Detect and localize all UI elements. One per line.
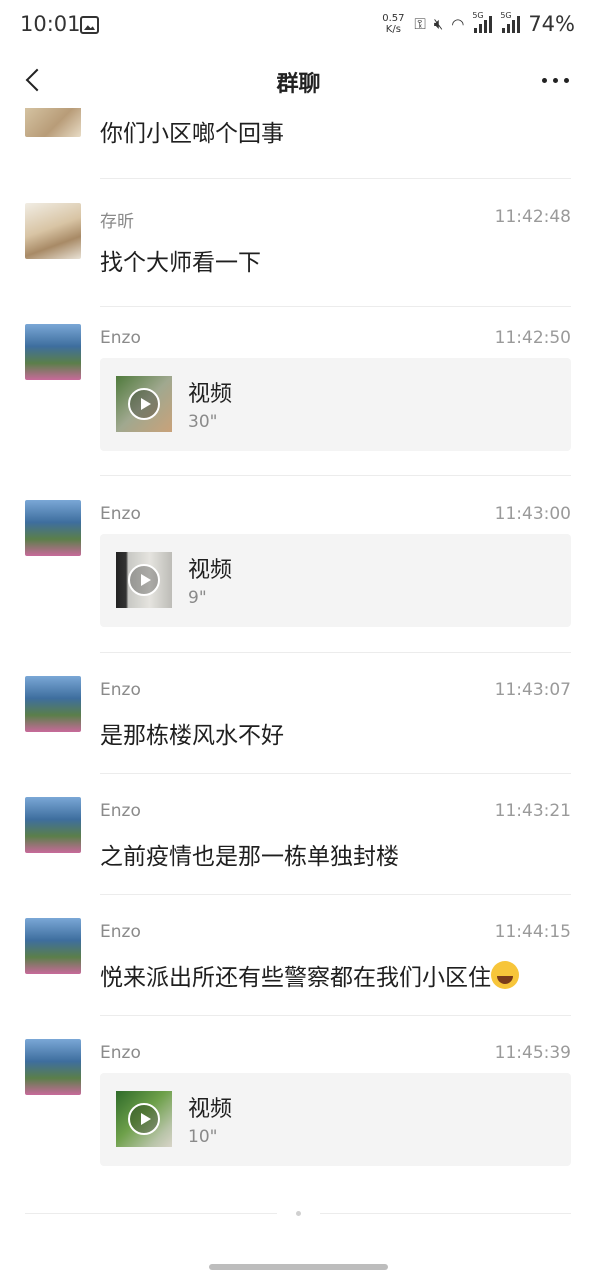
message-time: 11:43:21 [494, 801, 571, 821]
gallery-icon [80, 16, 99, 34]
video-message[interactable]: 视频 10" [100, 1073, 571, 1166]
message-time: 11:43:00 [494, 504, 571, 524]
avatar[interactable] [25, 324, 81, 380]
video-message[interactable]: 视频 30" [100, 358, 571, 451]
video-label: 视频 [188, 382, 233, 407]
end-dot [296, 1211, 301, 1216]
end-divider [320, 1213, 571, 1214]
sender-name: 存昕 [100, 212, 134, 232]
avatar[interactable] [25, 203, 81, 259]
end-divider [25, 1213, 277, 1214]
more-button[interactable] [542, 78, 569, 83]
video-thumbnail [116, 376, 172, 432]
status-icons: 0.57 K/s ⚿ 🔇︎ ◠ 5G 5G 74% [380, 11, 575, 36]
vpn-key-icon: ⚿ [414, 15, 426, 33]
page-title: 群聊 [276, 72, 321, 97]
laughing-tears-emoji-icon [491, 961, 519, 989]
message-time: 11:43:07 [494, 680, 571, 700]
signal-icon: 5G [472, 11, 493, 33]
divider [100, 306, 571, 307]
message-text: 悦来派出所还有些警察都在我们小区住 [100, 965, 491, 991]
net-speed-unit: K/s [385, 24, 401, 35]
message-text-row: 悦来派出所还有些警察都在我们小区住 [100, 958, 519, 992]
home-indicator[interactable] [209, 1264, 388, 1270]
sender-name: Enzo [100, 922, 141, 942]
status-time: 10:01 [20, 12, 81, 36]
avatar[interactable] [25, 918, 81, 974]
divider [100, 894, 571, 895]
sender-name: Enzo [100, 1043, 141, 1063]
video-duration: 10" [188, 1127, 218, 1147]
message-time: 11:42:48 [494, 207, 571, 227]
message-time: 11:42:50 [494, 328, 571, 348]
divider [100, 652, 571, 653]
divider [100, 773, 571, 774]
avatar[interactable] [25, 676, 81, 732]
play-icon [128, 1103, 160, 1135]
signal-label: 5G [500, 11, 512, 20]
sender-name: Enzo [100, 801, 141, 821]
message-text: 找个大师看一下 [100, 250, 261, 276]
status-bar: 10:01 0.57 K/s ⚿ 🔇︎ ◠ 5G 5G 74% [0, 0, 597, 52]
video-duration: 9" [188, 588, 207, 608]
video-message[interactable]: 视频 9" [100, 534, 571, 627]
net-speed: 0.57 K/s [380, 13, 406, 35]
title-bar: 群聊 [0, 52, 597, 108]
signal-icon: 5G [500, 11, 521, 33]
mute-icon: 🔇︎ [433, 15, 444, 33]
avatar[interactable] [25, 797, 81, 853]
video-label: 视频 [188, 1097, 233, 1122]
sender-name: Enzo [100, 680, 141, 700]
battery-level: 74% [528, 12, 575, 36]
play-icon [128, 564, 160, 596]
video-thumbnail [116, 552, 172, 608]
avatar[interactable] [25, 1039, 81, 1095]
message-text: 之前疫情也是那一栋单独封楼 [100, 844, 399, 870]
signal-label: 5G [472, 11, 484, 20]
net-speed-value: 0.57 [382, 13, 405, 24]
video-label: 视频 [188, 558, 233, 583]
message-time: 11:44:15 [494, 922, 571, 942]
wifi-icon: ◠ [451, 15, 465, 33]
sender-name: Enzo [100, 504, 141, 524]
message-text: 你们小区啷个回事 [100, 121, 284, 147]
divider [100, 1015, 571, 1016]
play-icon [128, 388, 160, 420]
message-text: 是那栋楼风水不好 [100, 723, 284, 749]
avatar[interactable] [25, 500, 81, 556]
sender-name: Enzo [100, 328, 141, 348]
message-time: 11:45:39 [494, 1043, 571, 1063]
divider [100, 178, 571, 179]
more-dots-icon [542, 78, 547, 83]
video-duration: 30" [188, 412, 218, 432]
divider [100, 475, 571, 476]
video-thumbnail [116, 1091, 172, 1147]
